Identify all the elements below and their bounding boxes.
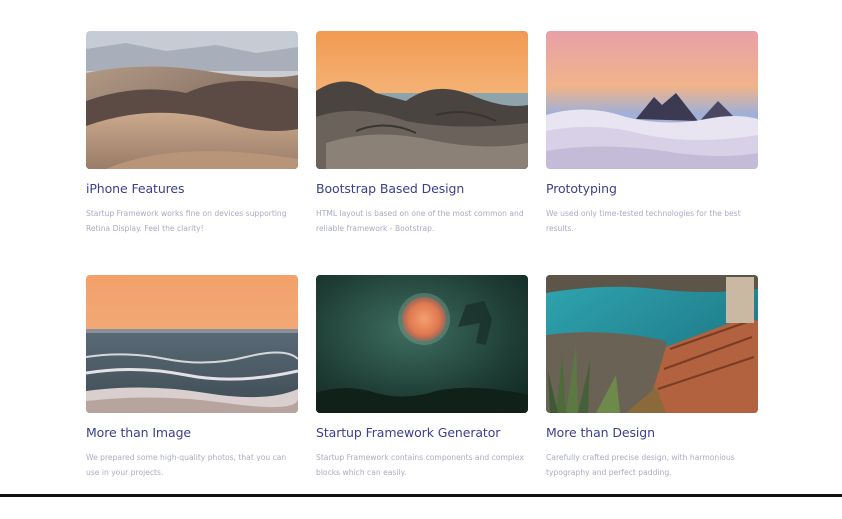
feature-card: More than Image We prepared some high-qu… — [86, 275, 298, 519]
coastal-village-image — [546, 275, 758, 413]
feature-description: HTML layout is based on one of the most … — [316, 209, 524, 233]
green-misty-moon-image — [316, 275, 528, 413]
feature-title: Bootstrap Based Design — [316, 181, 465, 196]
feature-description: Startup Framework contains components an… — [316, 453, 524, 477]
feature-card: Prototyping We used only time-tested tec… — [546, 31, 758, 275]
feature-title: iPhone Features — [86, 181, 185, 196]
feature-card: Startup Framework Generator Startup Fram… — [316, 275, 528, 519]
feature-description: We used only time-tested technologies fo… — [546, 209, 741, 233]
rocky-shore-image — [316, 31, 528, 169]
feature-title: More than Design — [546, 425, 655, 440]
feature-title: More than Image — [86, 425, 191, 440]
feature-card: More than Design Carefully crafted preci… — [546, 275, 758, 519]
feature-description: Carefully crafted precise design, with h… — [546, 453, 735, 477]
ocean-waves-image — [86, 275, 298, 413]
feature-card: iPhone Features Startup Framework works … — [86, 31, 298, 275]
feature-grid: iPhone Features Startup Framework works … — [86, 31, 758, 519]
mountain-peaks-image — [546, 31, 758, 169]
feature-card: Bootstrap Based Design HTML layout is ba… — [316, 31, 528, 275]
feature-description: Startup Framework works fine on devices … — [86, 209, 287, 233]
feature-description: We prepared some high-quality photos, th… — [86, 453, 287, 477]
feature-title: Startup Framework Generator — [316, 425, 501, 440]
feature-title: Prototyping — [546, 181, 617, 196]
desert-dunes-image — [86, 31, 298, 169]
